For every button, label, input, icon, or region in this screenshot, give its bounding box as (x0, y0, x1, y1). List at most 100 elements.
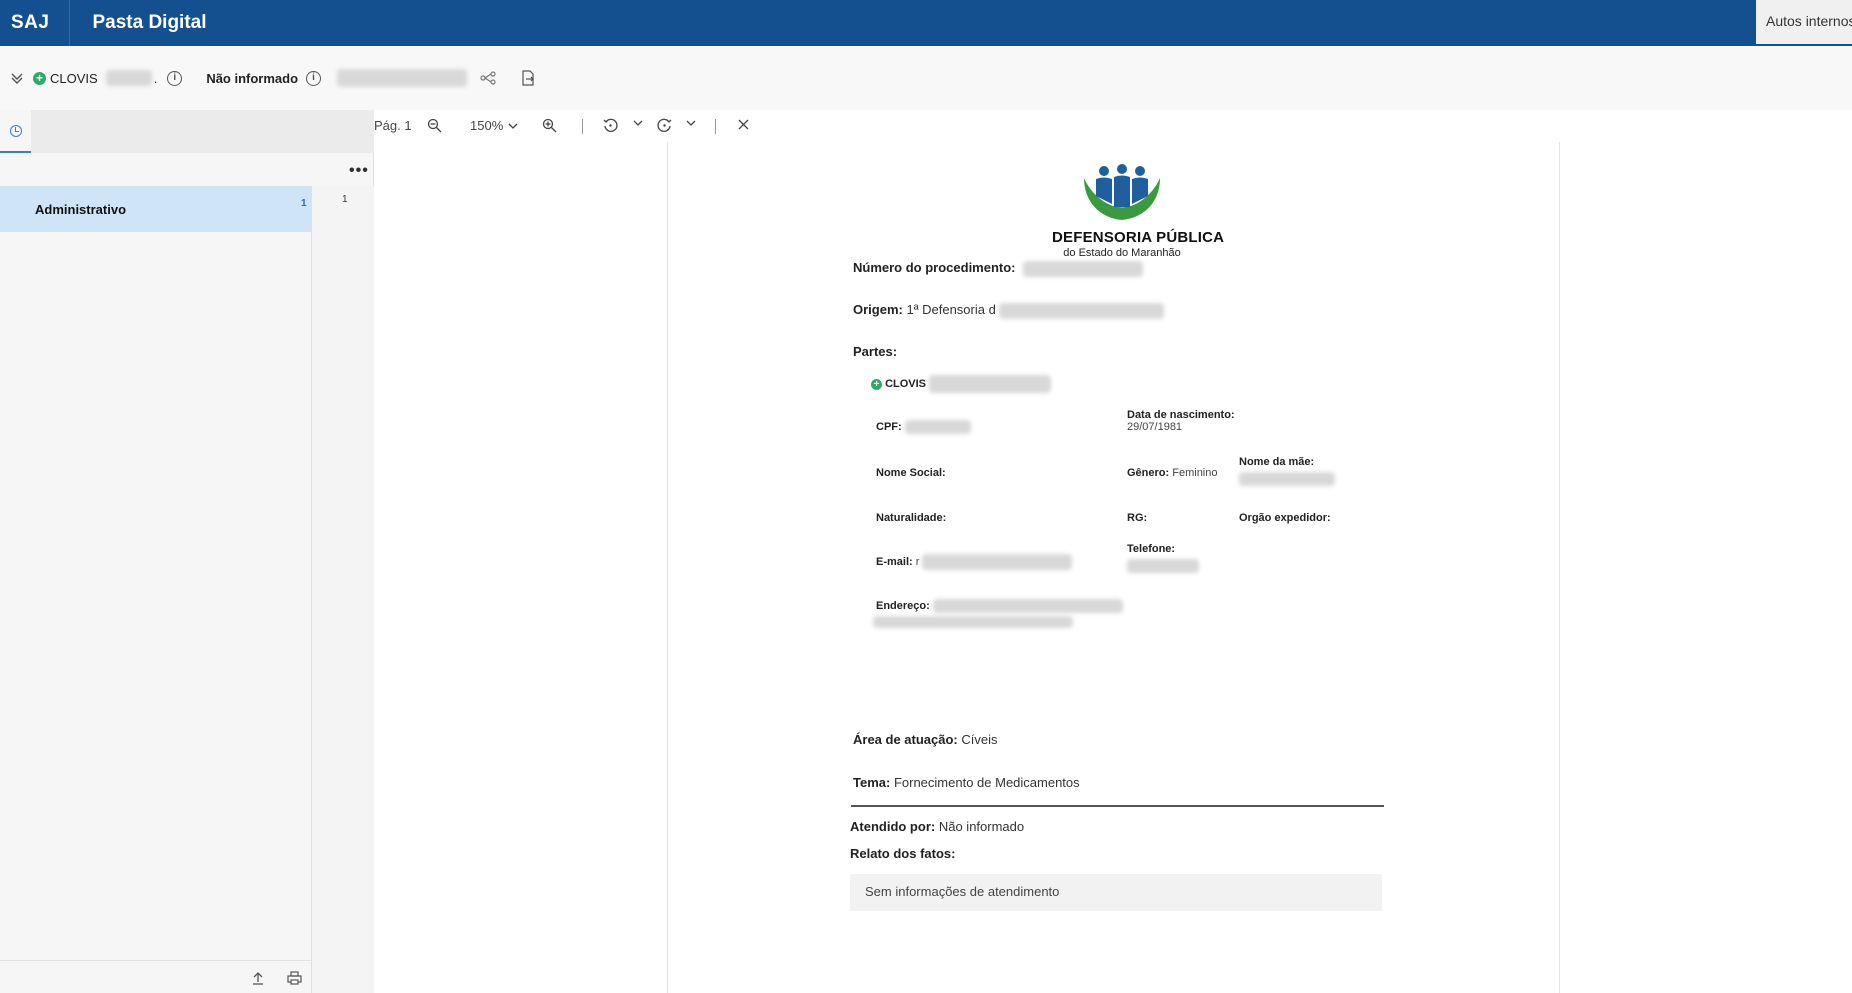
tab-autos-internos[interactable]: Autos internos (1756, 0, 1852, 44)
page-indicator: Pág. 1 (374, 118, 412, 133)
parte-row: + CLOVIS (871, 375, 1052, 393)
app-title: Pasta Digital (92, 12, 207, 33)
redacted-text (337, 69, 468, 87)
rg-label: RG: (1127, 512, 1148, 524)
area-row: Área de atuação: Cíveis (853, 732, 998, 747)
toolbar-divider (582, 119, 583, 134)
redacted-text (105, 70, 152, 86)
chevron-down-icon[interactable] (685, 118, 697, 128)
document-viewer[interactable]: DEFENSORIA PÚBLICA do Estado do Maranhão… (374, 142, 1852, 993)
rg-row: RG: (1127, 512, 1147, 524)
origem-value: 1ª Defensoria d (906, 302, 996, 317)
defensoria-emblem-icon (1084, 164, 1160, 220)
endereco-label: Endereço: (876, 599, 930, 612)
pages-column: 1 (311, 186, 374, 993)
area-value: Cíveis (961, 732, 998, 747)
upload-icon[interactable] (252, 971, 264, 988)
genero-value: Feminino (1172, 467, 1218, 479)
logo-title: DEFENSORIA PÚBLICA (1052, 229, 1225, 246)
origem-label: Origem: (853, 302, 903, 317)
area-label: Área de atuação: (853, 732, 958, 747)
sidebar: ••• Administrativo 1 1 (0, 110, 374, 993)
zoom-in-icon[interactable] (542, 118, 557, 133)
tab-history[interactable] (0, 110, 31, 153)
close-icon[interactable] (737, 118, 750, 131)
toolbar-divider (715, 119, 716, 134)
divider (69, 0, 71, 46)
zoom-in-svg (542, 118, 557, 133)
nome-social-label: Nome Social: (876, 467, 946, 479)
redacted-text (904, 420, 971, 434)
atendido-label: Atendido por: (850, 819, 936, 834)
export-icon-svg (522, 70, 534, 86)
numero-procedimento-row: Número do procedimento: (853, 260, 1144, 277)
email-value: r (915, 555, 920, 568)
genero-label: Gênero: (1127, 467, 1170, 479)
party-name[interactable]: CLOVIS (50, 71, 98, 86)
chevron-down-icon[interactable] (632, 118, 644, 128)
telefone-label: Telefone: (1127, 543, 1176, 555)
page-number[interactable]: 1 (342, 194, 348, 205)
tema-label: Tema: (853, 775, 891, 790)
logo-subtitle: do Estado do Maranhão (1063, 247, 1181, 259)
share-icon[interactable] (479, 69, 497, 87)
zoom-value: 150% (470, 118, 504, 133)
more-options-button[interactable]: ••• (349, 162, 369, 180)
nome-social-row: Nome Social: (876, 467, 946, 479)
rotate-right-svg (657, 118, 672, 132)
zoom-out-icon[interactable] (427, 118, 442, 133)
brand-logo[interactable]: SAJ (11, 12, 49, 34)
folder-label: Administrativo (35, 201, 127, 217)
parte-nome: CLOVIS (885, 377, 927, 390)
naturalidade-label: Naturalidade: (876, 512, 947, 524)
atendido-value: Não informado (938, 819, 1025, 834)
origem-row: Origem: 1ª Defensoria d (853, 302, 1165, 319)
chevron-down-svg (633, 120, 643, 126)
viewer-toolbar: Pág. 1 150% (374, 110, 1852, 142)
divider (851, 805, 1384, 807)
nome-mae-label: Nome da mãe: (1239, 456, 1315, 468)
rotate-left-icon[interactable] (603, 118, 618, 133)
email-label: E-mail: (876, 555, 913, 568)
close-svg (738, 119, 749, 130)
sidebar-footer (0, 960, 311, 993)
zoom-select[interactable]: 150% (470, 118, 519, 133)
relato-box: Sem informações de atendimento (850, 874, 1382, 911)
orgao-label: Orgão expedidor: (1239, 512, 1331, 524)
nascimento-value: 29/07/1981 (1127, 421, 1183, 433)
folder-count-badge: 1 (301, 198, 307, 209)
atendido-row: Atendido por: Não informado (850, 819, 1024, 834)
nascimento-label: Data de nascimento: (1127, 409, 1235, 421)
document-page: DEFENSORIA PÚBLICA do Estado do Maranhão… (667, 142, 1560, 993)
export-icon[interactable] (519, 69, 537, 87)
print-icon[interactable] (287, 971, 302, 988)
info-icon[interactable]: i (167, 70, 183, 86)
redacted-text (999, 302, 1165, 319)
folder-item-administrativo[interactable]: Administrativo 1 (0, 186, 311, 232)
party-bar: + CLOVIS . i Não informado i (0, 46, 1852, 110)
plus-circle-icon: + (871, 378, 882, 390)
sidebar-tabs (0, 110, 374, 153)
chevron-down-svg (686, 120, 696, 126)
redacted-text (922, 554, 1073, 570)
info-icon[interactable]: i (306, 70, 322, 86)
upload-icon-svg (253, 972, 263, 985)
top-bar: SAJ Pasta Digital Autos internos (0, 0, 1852, 46)
redacted-text (1023, 260, 1144, 277)
redacted-text (929, 375, 1052, 393)
party-dot: . (153, 70, 158, 86)
chevron-double-down-icon[interactable] (9, 70, 25, 86)
status-label: Não informado (206, 70, 299, 86)
numero-label: Número do procedimento: (853, 260, 1016, 275)
redacted-text (1239, 472, 1335, 486)
nascimento-row: Data de nascimento: 29/07/1981 (1127, 409, 1235, 433)
print-icon-svg (287, 971, 302, 985)
rotate-right-icon[interactable] (657, 118, 672, 133)
genero-row: Gênero: Feminino (1127, 467, 1218, 479)
rotate-left-svg (603, 118, 618, 132)
email-row: E-mail: r (876, 554, 1073, 570)
defensoria-logo: DEFENSORIA PÚBLICA do Estado do Maranhão (1052, 162, 1225, 259)
orgao-row: Orgão expedidor: (1239, 512, 1331, 524)
share-icon-svg (480, 71, 496, 85)
clock-icon (9, 124, 22, 137)
